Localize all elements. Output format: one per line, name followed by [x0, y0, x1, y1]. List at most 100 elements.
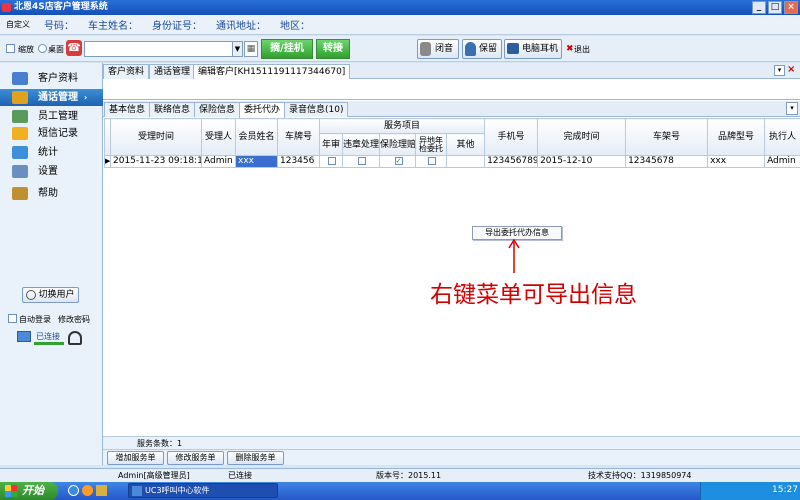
service-table: 受理时间 受理人 会员姓名 车牌号 服务项目 手机号 完成时间 车架号 品牌型号… — [104, 118, 800, 168]
col-header-finish-time[interactable]: 完成时间 — [537, 118, 627, 156]
subtabs-chevron-down-icon[interactable]: ▾ — [786, 102, 798, 115]
tab-recording-info[interactable]: 录音信息(10) — [284, 102, 349, 117]
customer-info-bar: 自定义 号码： 车主姓名： 身份证号： 通讯地址： 地区： — [0, 15, 800, 35]
change-password-link[interactable]: 修改密码 — [58, 314, 90, 325]
exit-x-icon[interactable]: ✖ — [566, 44, 574, 54]
switch-user-icon — [26, 290, 36, 300]
maximize-button[interactable]: □ — [768, 1, 782, 14]
col-header-brand-model[interactable]: 品牌型号 — [707, 118, 766, 156]
keypad-icon[interactable]: ▦ — [244, 41, 258, 57]
sidebar-item-settings[interactable]: 设置 — [0, 163, 103, 180]
chart-icon — [12, 146, 28, 159]
phone-icon: ☎ — [66, 40, 82, 56]
sidebar-item-help[interactable]: 帮助 — [0, 185, 103, 202]
tab-call-management[interactable]: 通话管理 — [149, 64, 196, 79]
col-header-frame-no[interactable]: 车架号 — [625, 118, 709, 156]
tab-customer[interactable]: 客户资料 — [103, 64, 150, 79]
col-header-annual[interactable]: 年审 — [319, 133, 343, 156]
col-header-other[interactable]: 其他 — [445, 133, 486, 156]
cell-annual-checkbox[interactable] — [319, 155, 343, 168]
cell-brand-model[interactable]: xxx — [707, 155, 766, 168]
col-header-plate[interactable]: 车牌号 — [277, 118, 320, 156]
shrink-checkbox[interactable] — [6, 44, 15, 54]
app-icon — [132, 486, 142, 496]
cell-frame-no[interactable]: 12345678 — [625, 155, 709, 168]
delete-service-button[interactable]: 删除服务单 — [227, 451, 284, 465]
tabs-chevron-down-icon[interactable]: ▾ — [774, 65, 785, 76]
mute-label: 闭音 — [434, 44, 453, 54]
close-window-button[interactable]: × — [784, 1, 798, 14]
auto-login-label: 自动登录 — [19, 315, 51, 324]
sub-tabs: 基本信息 联络信息 保险信息 委托代办 录音信息(10) ▾ — [103, 101, 800, 118]
windows-logo-icon — [5, 485, 17, 497]
switch-user-label: 切换用户 — [38, 290, 75, 300]
add-service-button[interactable]: 增加服务单 — [107, 451, 164, 465]
region-label: 地区： — [280, 21, 310, 32]
cell-member-name[interactable]: xxx — [235, 155, 278, 168]
cell-finish-time[interactable]: 2015-12-10 — [537, 155, 627, 168]
exit-label[interactable]: 退出 — [574, 44, 590, 55]
dial-number-input[interactable] — [84, 41, 234, 57]
col-header-phone[interactable]: 手机号 — [484, 118, 539, 156]
browser-icon[interactable] — [82, 485, 93, 496]
tab-basic-info[interactable]: 基本信息 — [104, 102, 151, 117]
ie-icon[interactable] — [68, 485, 79, 496]
taskbar-app-button[interactable]: UC3呼叫中心软件 — [128, 483, 278, 498]
edit-service-button[interactable]: 修改服务单 — [167, 451, 224, 465]
col-header-violation[interactable]: 违章处理 — [342, 133, 380, 156]
tab-insurance-info[interactable]: 保险信息 — [194, 102, 241, 117]
col-header-time[interactable]: 受理时间 — [110, 118, 202, 156]
mute-button[interactable]: 闭音 — [417, 39, 459, 59]
pc-headset-button[interactable]: 电脑耳机 — [504, 39, 562, 59]
minimize-button[interactable]: _ — [752, 1, 766, 14]
sidebar-item-label: 帮助 — [38, 188, 58, 199]
dial-dropdown-chevron-down-icon[interactable]: ▼ — [232, 41, 243, 57]
tab-edit-customer[interactable]: 编辑客户[KH1511191117344670] — [193, 64, 351, 80]
tab-agency-service[interactable]: 委托代办 — [239, 102, 286, 118]
custom-label[interactable]: 自定义 — [6, 19, 30, 30]
switch-user-button[interactable]: 切换用户 — [22, 287, 79, 303]
sidebar-item-label: 员工管理 — [38, 111, 78, 122]
cell-executor[interactable]: Admin — [764, 155, 800, 168]
cell-time[interactable]: 2015-11-23 09:18:19 — [110, 155, 202, 168]
transfer-button[interactable]: 转接 — [316, 39, 350, 59]
connection-line — [34, 342, 64, 345]
tab-contact-info[interactable]: 联络信息 — [149, 102, 196, 117]
close-tab-icon[interactable]: × — [787, 64, 795, 75]
auto-login-checkbox[interactable] — [8, 314, 17, 324]
col-header-member-name[interactable]: 会员姓名 — [235, 118, 278, 156]
sidebar-item-staff[interactable]: 员工管理 — [0, 108, 103, 125]
sidebar-item-statistics[interactable]: 统计 — [0, 144, 103, 161]
cell-violation-checkbox[interactable] — [342, 155, 380, 168]
taskbar: 开始 UC3呼叫中心软件 15:27 — [0, 482, 800, 500]
start-button[interactable]: 开始 — [0, 482, 58, 500]
sms-icon — [12, 127, 28, 140]
cell-insurance-claim-checkbox[interactable]: ✓ — [379, 155, 416, 168]
cell-phone[interactable]: 1234567890 — [484, 155, 539, 168]
col-header-remote-annual[interactable]: 异地年检委托 — [415, 133, 447, 156]
pc-headset-label: 电脑耳机 — [521, 44, 558, 54]
col-header-executor[interactable]: 执行人 — [764, 118, 800, 156]
sidebar-item-label: 统计 — [38, 147, 58, 158]
cell-receiver[interactable]: Admin — [201, 155, 236, 168]
row-pointer-icon: ▶ — [104, 155, 111, 168]
app-logo-icon — [2, 3, 11, 12]
sidebar-item-call-management[interactable]: 通话管理 › — [0, 89, 103, 106]
col-header-receiver[interactable]: 受理人 — [201, 118, 236, 156]
sidebar-item-sms[interactable]: 短信记录 — [0, 125, 103, 142]
sidebar-item-label: 设置 — [38, 166, 58, 177]
export-agency-info-menu-item[interactable]: 导出委托代办信息 — [485, 228, 549, 237]
sidebar-item-label: 通话管理 — [38, 92, 78, 103]
col-header-insurance-claim[interactable]: 保险理赔 — [379, 133, 416, 156]
table-row[interactable]: ▶ 2015-11-23 09:18:19 Admin xxx 123456 ✓… — [104, 155, 800, 168]
answer-hangup-button[interactable]: 摘/挂机 — [261, 39, 313, 59]
sidebar-item-customer[interactable]: 客户资料 — [0, 70, 103, 87]
folder-icon[interactable] — [96, 485, 107, 496]
cell-other[interactable] — [445, 155, 486, 168]
cell-plate[interactable]: 123456 — [277, 155, 320, 168]
headset-icon — [465, 42, 476, 56]
desktop-radio[interactable] — [38, 44, 47, 54]
cell-remote-annual-checkbox[interactable] — [415, 155, 447, 168]
hold-button[interactable]: 保留 — [462, 39, 502, 59]
mute-icon — [420, 42, 431, 56]
